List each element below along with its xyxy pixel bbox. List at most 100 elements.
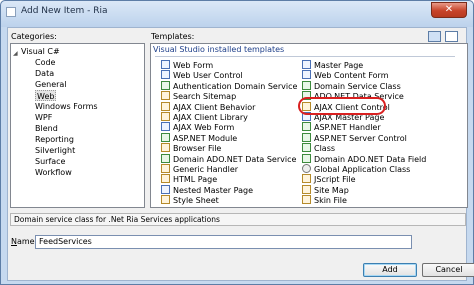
template-label: Domain ADO.NET Data Field (314, 154, 427, 164)
web-file-icon (161, 174, 170, 184)
template-item[interactable]: Style Sheet (161, 195, 219, 206)
template-item[interactable]: Master Page (302, 60, 363, 71)
template-item[interactable]: Search Sitemap (161, 91, 236, 102)
template-label: Generic Handler (173, 165, 239, 174)
template-item[interactable]: Skin File (302, 195, 347, 206)
category-item[interactable]: ◢ Visual C# (13, 46, 60, 57)
categories-label-text: Categories: (11, 32, 57, 41)
category-item[interactable]: Data (35, 68, 54, 79)
template-item[interactable]: ASP.NET Module (161, 132, 238, 144)
cs-file-icon (302, 143, 311, 153)
template-item[interactable]: Authentication Domain Service (161, 80, 298, 92)
categories-tree[interactable]: ◢ Visual C# Code Data General Web Windows Form… (10, 43, 145, 208)
template-label: Global Application Class (314, 165, 411, 174)
template-item[interactable]: Web User Control (161, 70, 243, 81)
template-item[interactable]: ASP.NET Server Control (302, 132, 407, 144)
template-label: ASP.NET Handler (314, 123, 381, 133)
templates-list[interactable]: Visual Studio installed templates Web Fo… (150, 43, 468, 208)
template-label: Style Sheet (173, 196, 219, 206)
category-item[interactable]: WPF (35, 112, 52, 123)
template-item[interactable]: Web Content Form (302, 70, 389, 81)
cs-file-icon (302, 132, 311, 142)
category-item[interactable]: Code (35, 57, 55, 68)
template-item[interactable]: HTML Page (161, 174, 217, 185)
category-item[interactable]: Surface (35, 156, 65, 167)
template-item[interactable]: Global Application Class (302, 164, 410, 175)
template-item[interactable]: AJAX Client Library (161, 112, 248, 123)
large-icons-view-button[interactable] (428, 31, 441, 42)
aspx-file-icon (302, 60, 311, 69)
template-item[interactable]: AJAX Client Behavior (161, 101, 256, 113)
dialog-client-area: Categories: ◢ Visual C# Code Data General Web… (7, 27, 474, 281)
template-item[interactable]: Class (302, 143, 335, 154)
cancel-button[interactable]: Cancel (422, 263, 474, 277)
cs-file-icon (161, 80, 170, 90)
template-item[interactable]: Nested Master Page (161, 184, 253, 196)
categories-label: Categories: (11, 32, 57, 41)
template-label: AJAX Client Library (173, 113, 248, 122)
category-label: WPF (35, 113, 53, 122)
template-item[interactable]: Browser File (161, 143, 221, 154)
category-item[interactable]: General (35, 79, 67, 90)
template-label: Browser File (173, 144, 222, 154)
category-item[interactable]: Silverlight (35, 145, 75, 156)
web-file-icon (161, 164, 170, 173)
aspx-file-icon (161, 60, 170, 69)
cs-file-icon (302, 122, 311, 132)
title-bar[interactable]: Add New Item - Ria ✕ (1, 1, 473, 27)
category-label: General (35, 80, 67, 89)
dialog-icon (6, 7, 16, 17)
template-label: HTML Page (173, 175, 218, 185)
category-label: Visual C# (21, 47, 60, 56)
template-label: Nested Master Page (173, 185, 253, 195)
template-item[interactable]: Generic Handler (161, 164, 238, 175)
add-button[interactable]: Add (363, 263, 417, 277)
category-label: Reporting (35, 135, 74, 144)
add-new-item-dialog: Add New Item - Ria ✕ Categories: ◢ Visual… (0, 0, 474, 285)
template-label: Web Form (173, 61, 214, 70)
web-file-icon (302, 195, 311, 205)
template-item[interactable]: Domain ADO.NET Data Field (302, 153, 427, 165)
aspx-file-icon (161, 184, 170, 194)
web-file-icon (161, 112, 170, 121)
aspx-file-icon (302, 70, 311, 80)
template-label: Class (314, 144, 336, 154)
template-item[interactable]: Web Form (161, 60, 213, 71)
template-label: Master Page (314, 61, 364, 70)
category-item[interactable]: Workflow (35, 167, 72, 178)
template-item[interactable]: AJAX Web Form (161, 122, 234, 133)
template-label: AJAX Web Form (173, 123, 235, 133)
small-icons-view-button[interactable] (445, 31, 458, 42)
close-button[interactable]: ✕ (431, 2, 467, 18)
name-label: Name: (11, 237, 37, 246)
category-label: Web (37, 92, 55, 101)
gear-file-icon (302, 164, 311, 173)
cs-file-icon (302, 80, 311, 90)
template-label: Web User Control (173, 71, 243, 81)
aspx-file-icon (161, 122, 170, 132)
template-item[interactable]: Site Map (302, 184, 349, 196)
category-label: Data (35, 69, 55, 78)
template-item[interactable]: Domain Service Class (302, 80, 401, 92)
template-label: Web Content Form (314, 71, 389, 81)
expand-arrow-icon[interactable]: ◢ (13, 48, 18, 59)
template-item[interactable]: ASP.NET Handler (302, 122, 381, 133)
category-item[interactable]: Reporting (35, 134, 74, 145)
category-label: Silverlight (35, 146, 76, 155)
category-label: Surface (35, 157, 66, 166)
template-item[interactable]: JScript File (302, 174, 356, 185)
name-input[interactable]: FeedServices (35, 235, 412, 249)
template-label: ASP.NET Module (173, 133, 238, 143)
templates-group-header: Visual Studio installed templates (153, 45, 285, 54)
category-item[interactable]: Windows Forms (35, 101, 98, 112)
template-label: AJAX Client Behavior (173, 102, 256, 112)
category-item[interactable]: Blend (35, 123, 58, 134)
web-file-icon (161, 91, 170, 101)
template-label: Site Map (314, 185, 349, 195)
category-item[interactable]: Web (35, 90, 57, 101)
web-file-icon (161, 143, 170, 153)
template-item[interactable]: Domain ADO.NET Data Service (161, 153, 296, 165)
dialog-title: Add New Item - Ria (21, 6, 108, 16)
templates-label: Templates: (151, 32, 195, 41)
template-label: Authentication Domain Service (173, 81, 298, 91)
